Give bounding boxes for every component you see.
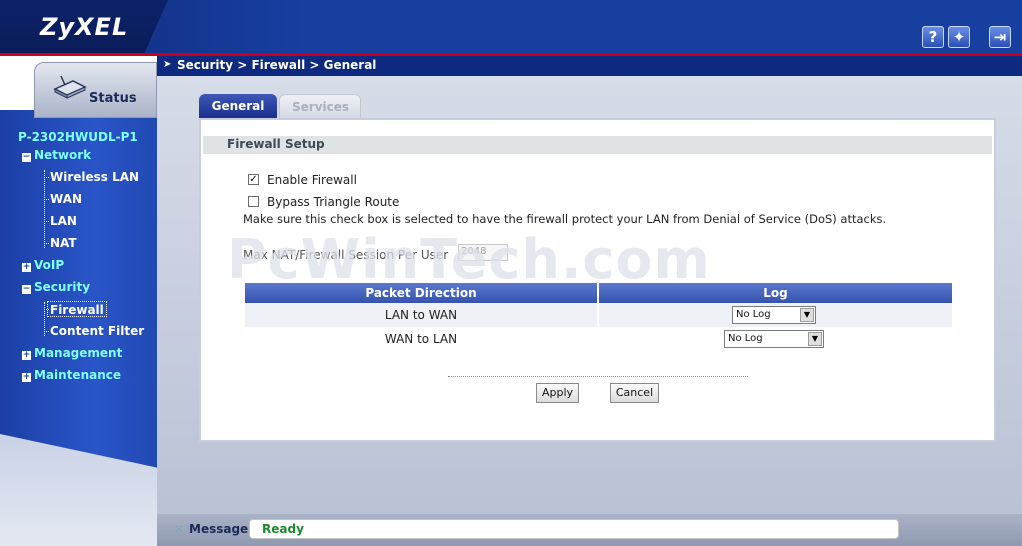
session-label: Max NAT/Firewall Session Per User — [243, 248, 449, 262]
tree-line — [44, 331, 49, 332]
breadcrumb-arrow-icon: ➤ — [163, 59, 172, 70]
table-row-direction: LAN to WAN — [245, 303, 597, 327]
main-content: ➤ Security > Firewall > General General … — [157, 56, 1022, 546]
table-row-direction: WAN to LAN — [384, 332, 458, 346]
sidebar: Status P-2302HWUDL-P1 − Network Wireless … — [0, 56, 157, 546]
tree-line — [44, 243, 49, 244]
header-bar: ZyXEL ? ✦ ⇥ — [0, 0, 1022, 56]
select-value: No Log — [728, 333, 763, 344]
bypass-triangle-checkbox[interactable] — [248, 196, 259, 207]
dropdown-arrow-icon: ▼ — [808, 332, 822, 346]
sidebar-item-content-filter[interactable]: Content Filter — [50, 323, 144, 339]
table-header-direction: Packet Direction — [245, 283, 597, 303]
expand-icon[interactable]: + — [22, 373, 31, 382]
nav-label: Maintenance — [34, 368, 122, 382]
nav-label: Security — [34, 280, 91, 294]
cancel-button[interactable]: Cancel — [610, 383, 659, 403]
router-icon — [53, 75, 87, 99]
tree-line — [44, 170, 45, 248]
expand-icon[interactable]: + — [22, 263, 31, 272]
breadcrumb-bar: ➤ Security > Firewall > General — [157, 56, 1022, 76]
sidebar-item-security[interactable]: − Security — [22, 279, 90, 295]
tab-general[interactable]: General — [199, 94, 277, 118]
select-value: No Log — [736, 309, 771, 320]
zyxel-logo: ZyXEL — [40, 13, 129, 41]
table-header-log: Log — [599, 283, 952, 303]
enable-firewall-checkbox[interactable]: ✓ — [248, 174, 259, 185]
sidebar-item-voip[interactable]: + VoIP — [22, 257, 64, 273]
sidebar-item-network[interactable]: − Network — [22, 147, 91, 163]
section-header: Firewall Setup — [203, 136, 992, 154]
status-label: Status — [89, 91, 137, 106]
tree-line — [44, 177, 49, 178]
sidebar-item-wan[interactable]: WAN — [50, 191, 82, 207]
enable-firewall-label: Enable Firewall — [267, 173, 357, 187]
sidebar-item-lan[interactable]: LAN — [50, 213, 77, 229]
firewall-panel: Firewall Setup ✓ Enable Firewall Bypass … — [199, 118, 996, 442]
dropdown-arrow-icon: ▼ — [800, 308, 814, 322]
nav-label: VoIP — [34, 258, 65, 272]
device-name: P-2302HWUDL-P1 — [18, 130, 138, 144]
apply-button[interactable]: Apply — [536, 383, 579, 403]
expand-icon[interactable]: + — [22, 351, 31, 360]
message-bar: ⁙ Message Ready — [157, 514, 1022, 546]
wizard-icon[interactable]: ✦ — [948, 26, 970, 48]
divider — [448, 376, 748, 377]
dos-note: Make sure this check box is selected to … — [243, 212, 887, 226]
log-select-lan-to-wan[interactable]: No Log ▼ — [732, 306, 816, 324]
message-box: Ready — [249, 519, 899, 539]
tab-services[interactable]: Services — [279, 94, 361, 118]
sidebar-item-wireless-lan[interactable]: Wireless LAN — [50, 169, 139, 185]
sidebar-item-nat[interactable]: NAT — [50, 235, 77, 251]
help-icon[interactable]: ? — [922, 26, 944, 48]
sidebar-item-firewall[interactable]: Firewall — [47, 301, 107, 317]
message-status: Ready — [262, 522, 304, 536]
message-dots-icon: ⁙ — [175, 524, 184, 535]
collapse-icon[interactable]: − — [22, 285, 31, 294]
logout-icon[interactable]: ⇥ — [989, 26, 1011, 48]
nav-label: Management — [34, 346, 123, 360]
sidebar-item-maintenance[interactable]: + Maintenance — [22, 367, 121, 383]
bypass-triangle-label: Bypass Triangle Route — [267, 195, 400, 209]
collapse-icon[interactable]: − — [22, 153, 31, 162]
session-input[interactable]: 2048 — [458, 244, 508, 261]
log-select-wan-to-lan[interactable]: No Log ▼ — [724, 330, 824, 348]
message-label: Message — [189, 522, 249, 536]
breadcrumb: Security > Firewall > General — [177, 58, 377, 72]
nav-label: Network — [34, 148, 92, 162]
tree-line — [44, 221, 49, 222]
logo-area: ZyXEL — [0, 0, 168, 53]
status-tab[interactable]: Status — [34, 62, 157, 118]
tree-line — [44, 199, 49, 200]
section-title: Firewall Setup — [227, 137, 325, 151]
sidebar-item-management[interactable]: + Management — [22, 345, 122, 361]
